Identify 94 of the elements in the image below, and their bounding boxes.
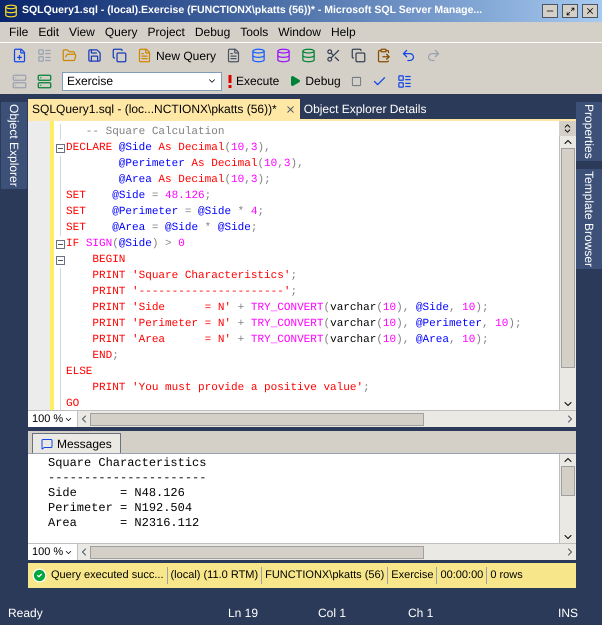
messages-icon <box>41 438 53 450</box>
status-mode: INS <box>558 605 579 622</box>
dock-tab[interactable]: Template Browser <box>576 168 602 269</box>
clipboard-icon <box>376 48 392 63</box>
database-icon <box>276 48 292 63</box>
code-line: SET @Area = @Side * @Side; <box>66 221 258 236</box>
close-button[interactable] <box>582 4 598 18</box>
code-line: PRINT 'Square Characteristics'; <box>91 269 298 284</box>
collapse-icon[interactable] <box>56 240 64 248</box>
status-user: FUNCTIONX\pkatts (56) <box>262 567 388 584</box>
status-column: Col 1 <box>318 604 408 622</box>
menu-item[interactable]: Window <box>273 23 326 41</box>
code-line: BEGIN <box>91 253 126 268</box>
menu-item[interactable]: View <box>64 23 100 41</box>
status-rows: 0 rows <box>487 567 526 584</box>
dock-tab[interactable]: Properties <box>576 102 602 161</box>
play-icon <box>289 75 302 87</box>
menu-item[interactable]: Tools <box>235 23 274 41</box>
message-line: Side = N48.126 <box>48 486 186 501</box>
document-tab[interactable]: Object Explorer Details <box>300 99 430 119</box>
menu-item[interactable]: Debug <box>190 23 236 41</box>
code-line: SET @Perimeter = @Side * 4; <box>66 205 264 220</box>
menu-item[interactable]: Help <box>326 23 361 41</box>
database-icon <box>251 48 266 63</box>
database-dropdown[interactable]: Exercise <box>62 72 222 90</box>
message-line: Area = N2316.112 <box>48 516 200 531</box>
document-icon <box>137 48 152 63</box>
menu-item[interactable]: Edit <box>33 23 64 41</box>
code-line: IF SIGN(@Side) > 0 <box>66 237 185 252</box>
scroll-thumb[interactable] <box>561 466 575 496</box>
close-tab-icon <box>284 104 296 114</box>
list-icon <box>37 48 52 63</box>
exclamation-icon <box>228 74 232 88</box>
code-line: PRINT '----------------------'; <box>91 285 298 300</box>
status-line: Ln 19 <box>228 605 260 622</box>
close-icon <box>585 6 595 16</box>
document-icon <box>226 48 242 63</box>
list-icon <box>396 74 412 88</box>
code-line: PRINT 'Area = N' + TRY_CONVERT(varchar(10), @Area, 10); <box>91 333 489 348</box>
success-check-icon <box>32 568 47 583</box>
copy-icon <box>351 48 366 63</box>
horizontal-scrollbar[interactable] <box>78 544 576 560</box>
folder-icon <box>62 48 77 63</box>
status-message: Query executed succ... <box>51 567 168 584</box>
new-file-icon <box>12 48 27 63</box>
menu-item[interactable]: Project <box>142 23 190 41</box>
debug-button[interactable]: Debug <box>285 71 345 91</box>
execute-button[interactable]: Execute <box>224 71 284 91</box>
code-line: PRINT 'Side = N' + TRY_CONVERT(varchar(10), @Side, 10); <box>91 301 489 316</box>
code-line: @Area As Decimal(10,3); <box>118 173 271 188</box>
new-query-button[interactable]: New Query <box>133 46 220 66</box>
status-time: 00:00:00 <box>437 567 488 584</box>
horizontal-scrollbar[interactable] <box>78 411 576 427</box>
dock-tab[interactable]: Object Explorer <box>1 102 27 189</box>
stop-icon <box>350 76 362 86</box>
menu-item[interactable]: File <box>4 23 34 41</box>
status-ready: Ready <box>8 605 44 622</box>
server-icon <box>12 74 27 88</box>
code-line: ELSE <box>66 365 92 380</box>
code-line: END; <box>91 349 119 364</box>
collapse-icon[interactable] <box>56 256 64 264</box>
code-line: GO <box>66 397 80 412</box>
undo-icon <box>401 48 416 63</box>
code-line: -- Square Calculation <box>84 125 224 140</box>
message-line: Square Characteristics <box>48 456 208 471</box>
menu-item[interactable]: Query <box>100 23 143 41</box>
redo-icon <box>426 48 442 63</box>
message-line: ---------------------- <box>48 471 208 486</box>
server-icon <box>37 74 52 88</box>
maximize-button[interactable] <box>562 4 578 18</box>
split-handle[interactable] <box>559 121 576 136</box>
status-database: Exercise <box>388 567 438 584</box>
scissors-icon <box>326 48 342 63</box>
message-line: Perimeter = N192.504 <box>48 501 194 516</box>
minimize-button[interactable] <box>542 4 558 18</box>
code-line: PRINT 'You must provide a positive value'; <box>91 381 370 396</box>
database-icon <box>301 48 316 63</box>
code-line: PRINT 'Perimeter = N' + TRY_CONVERT(varchar(10), @Perimeter, 10); <box>91 317 522 332</box>
maximize-icon <box>566 6 574 16</box>
vertical-scrollbar[interactable] <box>559 136 576 410</box>
code-line: @Perimeter As Decimal(10,3), <box>118 157 304 172</box>
collapse-icon[interactable] <box>56 144 64 152</box>
code-line: DECLARE @Side As Decimal(10,3), <box>66 141 271 156</box>
scroll-thumb[interactable] <box>561 148 575 368</box>
save-icon <box>87 48 102 63</box>
document-tab[interactable]: SQLQuery1.sql - (loc...NCTIONX\pkatts (56))* <box>28 99 300 119</box>
messages-tab[interactable]: Messages <box>32 433 121 453</box>
window-title: SQLQuery1.sql - (local).Exercise (FUNCTIONX\pkatts (56))* - Microsoft SQL Server Manage... <box>22 3 484 18</box>
database-icon <box>4 4 18 18</box>
vertical-scrollbar[interactable] <box>559 454 576 543</box>
status-server: (local) (11.0 RTM) <box>168 567 262 584</box>
split-arrows-icon <box>562 123 573 134</box>
status-char: Ch 1 <box>408 605 434 622</box>
code-line: SET @Side = 48.126; <box>66 189 212 204</box>
